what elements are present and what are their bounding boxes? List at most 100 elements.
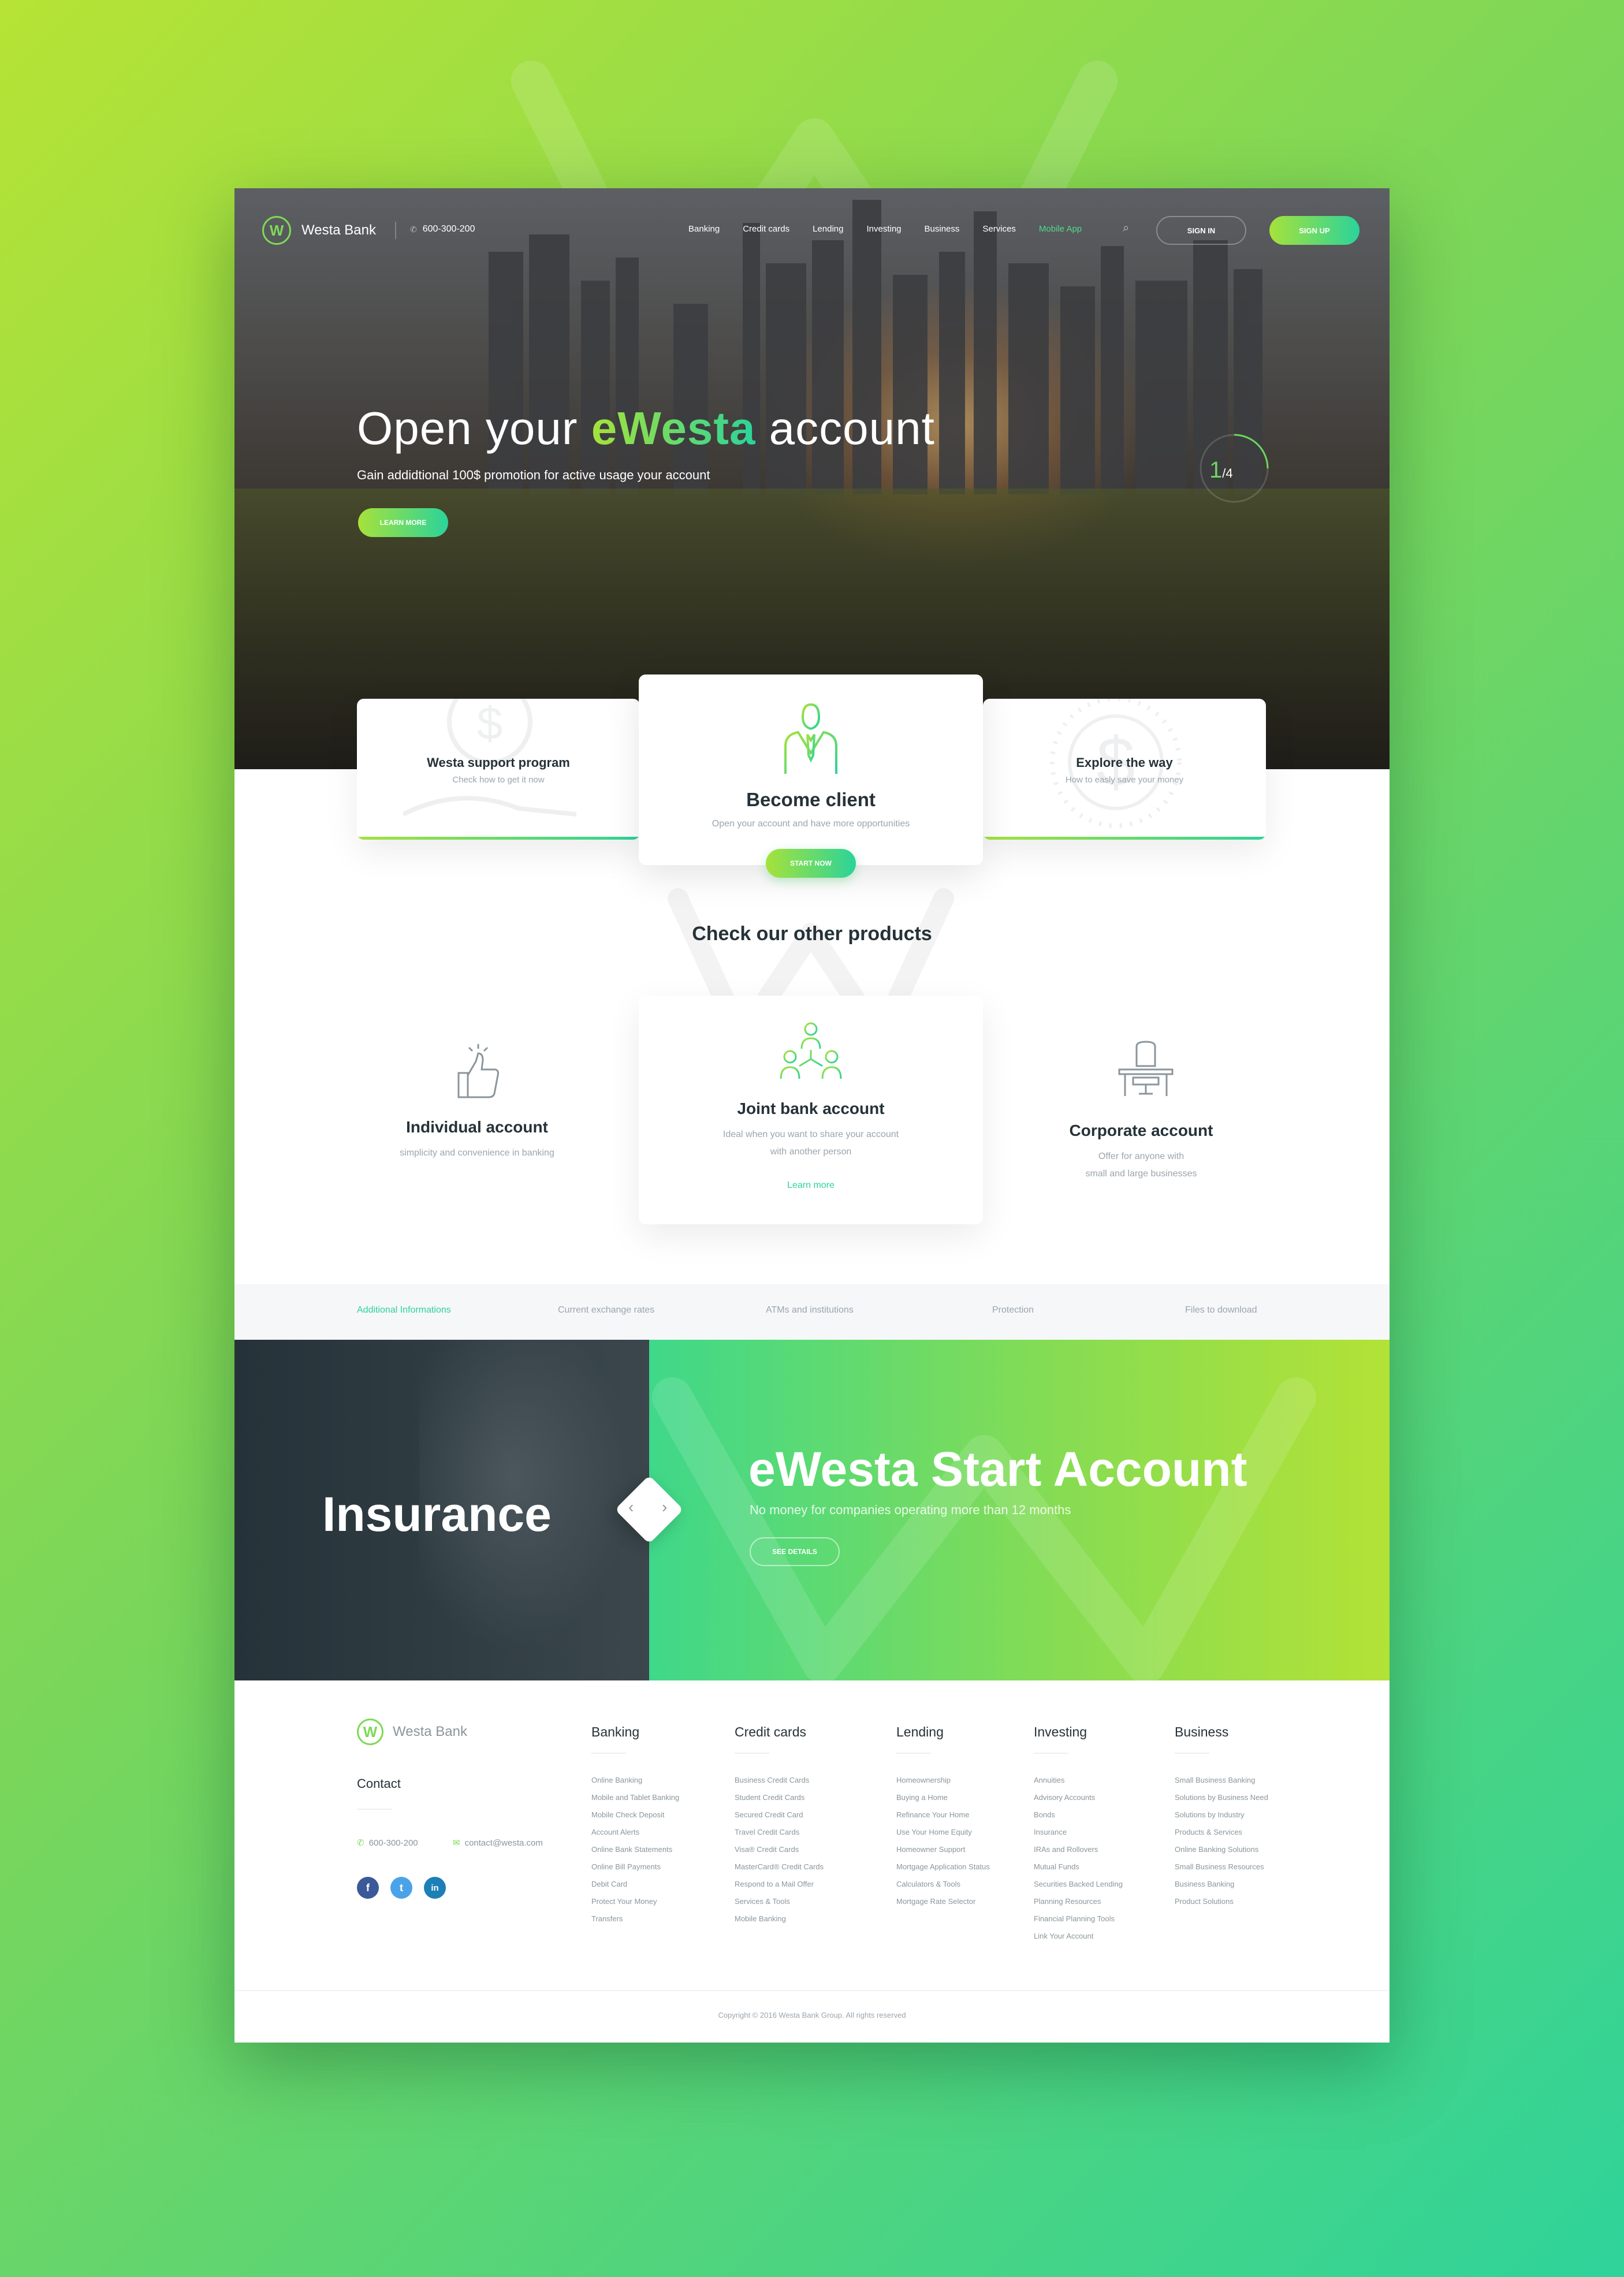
phone-icon: ✆ [410, 224, 417, 234]
header-phone[interactable]: ✆ 600-300-200 [410, 224, 475, 234]
footer-link[interactable]: Mutual Funds [1034, 1862, 1123, 1880]
footer-link[interactable]: Planning Resources [1034, 1897, 1123, 1914]
tab-files-to-download[interactable]: Files to download [1185, 1305, 1257, 1315]
tab-atms[interactable]: ATMs and institutions [766, 1305, 854, 1315]
products-section-title: Check our other products [692, 923, 932, 945]
footer-link[interactable]: Mobile and Tablet Banking [591, 1793, 679, 1810]
feature-title: Westa support program [427, 755, 570, 770]
footer-phone[interactable]: ✆ 600-300-200 [357, 1838, 418, 1848]
brand-logo[interactable]: W Westa Bank [262, 216, 376, 245]
footer-link[interactable]: Refinance Your Home [896, 1810, 990, 1828]
nav-item-banking[interactable]: Banking [688, 224, 720, 234]
footer-link[interactable]: Travel Credit Cards [735, 1828, 824, 1845]
footer-link[interactable]: Securities Backed Lending [1034, 1880, 1123, 1897]
nav-item-services[interactable]: Services [982, 224, 1016, 234]
footer-link[interactable]: IRAs and Rollovers [1034, 1845, 1123, 1862]
tab-additional-informations[interactable]: Additional Informations [357, 1305, 451, 1315]
footer-column-underline [591, 1753, 626, 1754]
footer-link[interactable]: Link Your Account [1034, 1932, 1123, 1949]
feature-card-become-client[interactable]: Become client Open your account and have… [639, 674, 983, 865]
footer-link[interactable]: Business Credit Cards [735, 1776, 824, 1793]
footer-link[interactable]: MasterCard® Credit Cards [735, 1862, 824, 1880]
feature-card-support[interactable]: $ Westa support program Check how to get… [357, 699, 640, 840]
footer-link[interactable]: Transfers [591, 1914, 679, 1932]
slide-progress-ring[interactable] [1197, 431, 1272, 506]
linkedin-icon[interactable]: in [424, 1877, 446, 1899]
footer-link[interactable]: Mobile Check Deposit [591, 1810, 679, 1828]
footer-link[interactable]: Buying a Home [896, 1793, 990, 1810]
insurance-banner[interactable]: Insurance [234, 1340, 649, 1680]
footer-link[interactable]: Student Credit Cards [735, 1793, 824, 1810]
footer-link[interactable]: Mortgage Rate Selector [896, 1897, 990, 1914]
footer-link[interactable]: Online Bill Payments [591, 1862, 679, 1880]
facebook-icon[interactable]: f [357, 1877, 379, 1899]
footer-link[interactable]: Online Bank Statements [591, 1845, 679, 1862]
tab-protection[interactable]: Protection [992, 1305, 1034, 1315]
tab-exchange-rates[interactable]: Current exchange rates [558, 1305, 654, 1315]
footer-link[interactable]: Insurance [1034, 1828, 1123, 1845]
learn-more-link[interactable]: Learn more [639, 1180, 983, 1191]
sign-in-button[interactable]: SIGN IN [1156, 216, 1246, 245]
feature-subtitle: Check how to get it now [452, 775, 545, 785]
footer-link[interactable]: Online Banking [591, 1776, 679, 1793]
nav-item-business[interactable]: Business [925, 224, 960, 234]
hero-title-accent: eWesta [591, 403, 756, 454]
phone-icon: ✆ [357, 1838, 364, 1848]
footer-link[interactable]: Mobile Banking [735, 1914, 824, 1932]
nav-item-mobile-app[interactable]: Mobile App [1039, 224, 1082, 234]
footer-link[interactable]: Debit Card [591, 1880, 679, 1897]
product-subtitle: Ideal when you want to share your accoun… [639, 1126, 983, 1161]
footer-link[interactable]: Small Business Banking [1175, 1776, 1268, 1793]
footer-link[interactable]: Visa® Credit Cards [735, 1845, 824, 1862]
hero-subtitle: Gain addidtional 100$ promotion for acti… [357, 468, 710, 482]
footer-link[interactable]: Account Alerts [591, 1828, 679, 1845]
footer-link[interactable]: Financial Planning Tools [1034, 1914, 1123, 1932]
people-network-icon [780, 1022, 842, 1079]
product-card-joint[interactable]: Joint bank account Ideal when you want t… [639, 996, 983, 1224]
footer-link[interactable]: Homeownership [896, 1776, 990, 1793]
chevron-right-icon[interactable]: › [662, 1498, 667, 1516]
feature-accent-bar [983, 837, 1266, 840]
footer-column-title: Banking [591, 1724, 640, 1739]
footer-link[interactable]: Homeowner Support [896, 1845, 990, 1862]
nav-item-investing[interactable]: Investing [866, 224, 901, 234]
sign-up-button[interactable]: SIGN UP [1269, 216, 1359, 245]
see-details-button[interactable]: SEE DETAILS [750, 1537, 840, 1566]
footer-link[interactable]: Secured Credit Card [735, 1810, 824, 1828]
search-icon[interactable]: ⌕ [1123, 222, 1129, 235]
feature-card-explore[interactable]: $ Explore the way How to easly save your… [983, 699, 1266, 840]
footer-link[interactable]: Online Banking Solutions [1175, 1845, 1268, 1862]
footer-link[interactable]: Mortgage Application Status [896, 1862, 990, 1880]
product-card-corporate[interactable]: Corporate account Offer for anyone with s… [1020, 1041, 1262, 1214]
footer-link[interactable]: Bonds [1034, 1810, 1123, 1828]
nav-item-credit-cards[interactable]: Credit cards [743, 224, 789, 234]
brand-name: Westa Bank [301, 222, 376, 238]
footer-link[interactable]: Business Banking [1175, 1880, 1268, 1897]
footer-link[interactable]: Protect Your Money [591, 1897, 679, 1914]
footer-link[interactable]: Product Solutions [1175, 1897, 1268, 1914]
footer-link[interactable]: Solutions by Industry [1175, 1810, 1268, 1828]
footer-link[interactable]: Use Your Home Equity [896, 1828, 990, 1845]
footer-link[interactable]: Respond to a Mail Offer [735, 1880, 824, 1897]
twitter-icon[interactable]: t [390, 1877, 412, 1899]
footer-link[interactable]: Calculators & Tools [896, 1880, 990, 1897]
footer-link[interactable]: Services & Tools [735, 1897, 824, 1914]
footer-link[interactable]: Products & Services [1175, 1828, 1268, 1845]
westa-logo-icon: W [262, 216, 291, 245]
footer-link[interactable]: Annuities [1034, 1776, 1123, 1793]
footer-link[interactable]: Solutions by Business Need [1175, 1793, 1268, 1810]
product-card-individual[interactable]: Individual account simplicity and conven… [356, 1043, 598, 1193]
footer-link[interactable]: Advisory Accounts [1034, 1793, 1123, 1810]
footer-email[interactable]: ✉ contact@westa.com [453, 1838, 543, 1848]
footer-column-title: Credit cards [735, 1724, 806, 1739]
footer-column-title: Lending [896, 1724, 944, 1739]
learn-more-button[interactable]: LEARN MORE [358, 508, 448, 537]
start-now-button[interactable]: START NOW [766, 849, 856, 878]
watermark-logo-mark [652, 1377, 1316, 1680]
footer-divider [234, 1990, 1390, 1991]
footer-link[interactable]: Small Business Resources [1175, 1862, 1268, 1880]
footer-logo[interactable]: W Westa Bank [357, 1719, 467, 1745]
chevron-left-icon[interactable]: ‹ [628, 1498, 634, 1516]
nav-item-lending[interactable]: Lending [813, 224, 843, 234]
footer-column-underline [735, 1753, 769, 1754]
